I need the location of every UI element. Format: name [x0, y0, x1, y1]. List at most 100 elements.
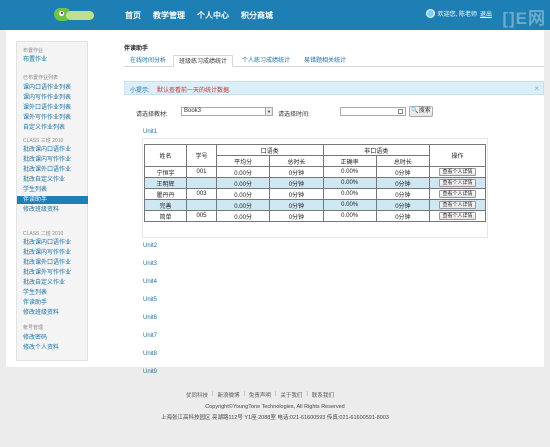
material-select[interactable]: Book3 ▼: [181, 107, 273, 116]
col-avg: 平均分: [215, 155, 271, 167]
cell-id: [186, 177, 217, 189]
tip-text: 默认查看前一天的统计数据.: [157, 88, 231, 94]
cell-accuracy: 0.00%: [322, 166, 377, 178]
unit-link[interactable]: Unit3: [143, 261, 157, 267]
main-nav: 首页 教学管理 个人中心 积分商城: [125, 10, 273, 21]
sidebar-item-edit-profile[interactable]: 修改个人资料: [23, 344, 87, 352]
sidebar-item[interactable]: 修改班级资料: [23, 206, 87, 214]
unit-link[interactable]: Unit7: [143, 333, 157, 339]
sidebar-item[interactable]: 课外写作作业列表: [23, 114, 87, 122]
view-detail-button[interactable]: 查看个人详情: [439, 168, 476, 176]
date-input[interactable]: [340, 107, 406, 116]
sidebar-item[interactable]: 批改课内口语作业: [23, 239, 87, 247]
material-selected-value: Book3: [184, 108, 202, 114]
cell-time: 0分钟: [269, 210, 324, 222]
sidebar-item-change-password[interactable]: 修改密码: [23, 334, 87, 342]
sidebar-item[interactable]: 修改班级资料: [23, 309, 87, 317]
sidebar-item[interactable]: 批改自定义作业: [23, 176, 87, 184]
top-bar: 首页 教学管理 个人中心 积分商城 欢迎您, 陈老师 退出 []E网: [0, 0, 550, 30]
sidebar-item[interactable]: 学生列表: [23, 186, 87, 194]
unit-link[interactable]: Unit5: [143, 297, 157, 303]
unit-link[interactable]: Unit1: [143, 129, 157, 135]
sidebar-heading-account: 帐号管理: [23, 325, 44, 331]
address: 上海张江高科技园区 亮湖路112号 Y1座 2088室 电话:021-61600…: [161, 415, 389, 421]
cell-op: 查看个人详情: [429, 188, 486, 200]
sidebar-heading-assign: 布置作业: [23, 48, 44, 54]
table-row: 王明辉 0.00分 0分钟 0.00% 0分钟 查看个人详情: [144, 177, 486, 189]
col-total-time: 总时长: [269, 155, 324, 167]
view-detail-button[interactable]: 查看个人详情: [439, 201, 476, 209]
cell-op: 查看个人详情: [429, 199, 486, 211]
sidebar-item[interactable]: 批改自定义作业: [23, 279, 87, 287]
footer-link[interactable]: 联系我们: [312, 391, 334, 399]
nav-personal[interactable]: 个人中心: [197, 10, 229, 21]
cell-op: 查看个人详情: [429, 166, 486, 178]
col-id: 学号: [186, 144, 217, 167]
sidebar-item[interactable]: 课外口语作业列表: [23, 104, 87, 112]
unit-link[interactable]: Unit4: [143, 279, 157, 285]
sidebar-item[interactable]: 批改课内口语作业: [23, 146, 87, 154]
sidebar-item[interactable]: 自定义作业列表: [23, 124, 87, 132]
cell-accuracy: 0.00%: [322, 210, 377, 222]
tip-prefix: 小提示:: [130, 88, 150, 94]
user-greeting: 欢迎您, 陈老师: [437, 12, 477, 18]
tab-bar: 在线时间分析 班级练习成绩统计 个人练习成绩统计 易错题相关统计: [124, 55, 544, 67]
cell-avg: 0.00分: [215, 199, 271, 211]
watermark: []E网: [502, 9, 546, 28]
cell-time2: 0分钟: [375, 210, 431, 222]
tab-class-scores[interactable]: 班级练习成绩统计: [173, 55, 234, 67]
sidebar-item-assign[interactable]: 布置作业: [23, 56, 87, 64]
cell-time: 0分钟: [269, 188, 324, 200]
unit-link[interactable]: Unit2: [143, 243, 157, 249]
search-button[interactable]: 🔍搜索: [409, 106, 433, 117]
sidebar-item[interactable]: 批改课外写作作业: [23, 269, 87, 277]
sidebar-item[interactable]: 学生列表: [23, 289, 87, 297]
footer-link[interactable]: 免责声明: [249, 391, 271, 399]
close-icon[interactable]: ×: [534, 84, 539, 93]
sidebar-item[interactable]: 批改课外口语作业: [23, 259, 87, 267]
sidebar-item[interactable]: 伴读助手: [23, 299, 87, 307]
sidebar-item[interactable]: 课内写作作业列表: [23, 94, 87, 102]
material-label: 请选择教材:: [136, 112, 168, 118]
sidebar-item[interactable]: 课内口语作业列表: [23, 84, 87, 92]
tab-error-stats[interactable]: 易错题相关统计: [299, 55, 351, 67]
tab-personal-scores[interactable]: 个人练习成绩统计: [237, 55, 295, 67]
cell-avg: 0.00分: [215, 188, 271, 200]
copyright: Copyright©YoungTone Technologies, All Ri…: [205, 404, 345, 410]
cell-time2: 0分钟: [375, 177, 431, 189]
logo[interactable]: [54, 5, 96, 23]
sidebar-item[interactable]: 批改课外口语作业: [23, 166, 87, 174]
cell-id: [186, 199, 217, 211]
nav-home[interactable]: 首页: [125, 10, 141, 21]
cell-name: 王明辉: [144, 177, 187, 189]
footer-link[interactable]: 关于我们: [280, 391, 302, 399]
footer-link[interactable]: 新浪微博: [217, 391, 239, 399]
scores-table: 姓名 学号 口语类 非口语类 操作 平均分 总时长 正确率 总时长 宁恒宇 00…: [144, 144, 486, 222]
view-detail-button[interactable]: 查看个人详情: [439, 212, 476, 220]
view-detail-button[interactable]: 查看个人详情: [439, 190, 476, 198]
calendar-icon[interactable]: [398, 109, 403, 114]
tab-online-time[interactable]: 在线时间分析: [125, 55, 171, 67]
table-row: 宁恒宇 001 0.00分 0分钟 0.00% 0分钟 查看个人详情: [144, 166, 486, 178]
cell-name: 简单: [144, 210, 187, 222]
footer-link[interactable]: 优同科技: [186, 391, 208, 399]
cell-id: 001: [186, 166, 217, 178]
logout-link[interactable]: 退出: [480, 9, 492, 18]
unit-link[interactable]: Unit8: [143, 351, 157, 357]
cell-time2: 0分钟: [375, 199, 431, 211]
sidebar-heading-class3: CLASS 三班 2010: [23, 138, 64, 144]
user-box: 欢迎您, 陈老师 退出: [425, 9, 492, 18]
unit-link[interactable]: Unit9: [143, 369, 157, 375]
sidebar-item[interactable]: 批改课内写作作业: [23, 249, 87, 257]
sidebar-heading-assigned: 已布置作业列表: [23, 75, 59, 81]
sidebar-item[interactable]: 批改课内写作作业: [23, 156, 87, 164]
cell-accuracy: 0.00%: [322, 199, 377, 211]
nav-teaching[interactable]: 教学管理: [153, 10, 185, 21]
unit-link[interactable]: Unit6: [143, 315, 157, 321]
nav-points-mall[interactable]: 积分商城: [241, 10, 273, 21]
sidebar-item-reading-assistant[interactable]: 伴读助手: [17, 196, 88, 204]
cell-avg: 0.00分: [215, 166, 271, 178]
view-detail-button[interactable]: 查看个人详情: [439, 179, 476, 187]
page-title: 伴读助手: [124, 46, 149, 52]
tip-banner: 小提示: 默认查看前一天的统计数据. ×: [124, 81, 544, 95]
